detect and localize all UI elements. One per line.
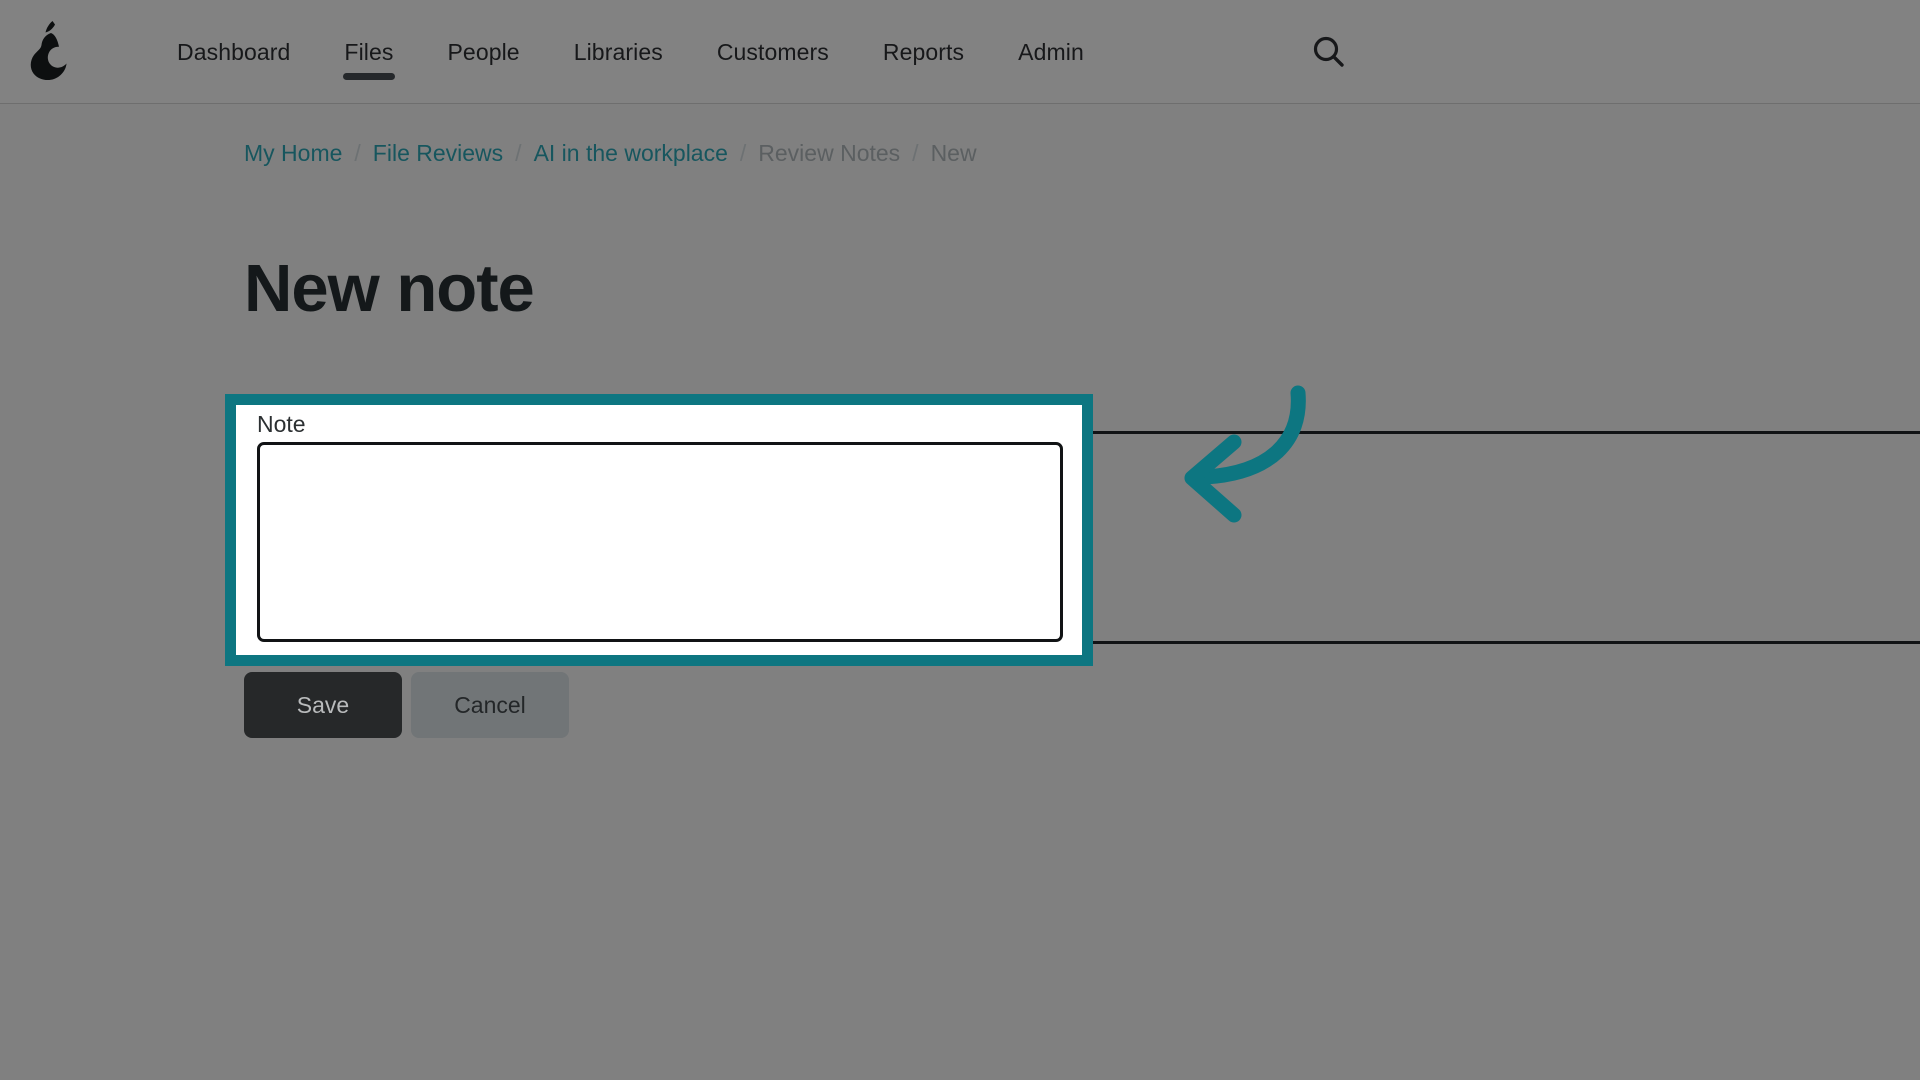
breadcrumb-item-my-home[interactable]: My Home <box>244 140 342 167</box>
nav-item-files[interactable]: Files <box>317 0 420 104</box>
nav-item-label: Admin <box>1018 39 1084 65</box>
page-title: New note <box>244 251 535 326</box>
nav-item-label: Dashboard <box>177 39 291 65</box>
breadcrumb-item-review-notes: Review Notes <box>758 140 901 166</box>
pear-logo-icon <box>30 21 67 81</box>
nav-item-label: Libraries <box>573 39 663 65</box>
nav-item-label: Reports <box>882 39 965 65</box>
note-input[interactable] <box>257 442 1063 642</box>
nav-item-label: People <box>447 39 520 65</box>
top-navbar: Dashboard Files People Libraries Custome… <box>0 0 1920 104</box>
search-button[interactable] <box>1307 30 1351 74</box>
cancel-button[interactable]: Cancel <box>411 672 569 738</box>
nav-item-label: Files <box>344 39 394 65</box>
nav-item-label: Customers <box>716 39 829 65</box>
note-field-highlight: Note <box>225 394 1093 666</box>
breadcrumb: My Home / File Reviews / AI in the workp… <box>244 140 977 167</box>
breadcrumb-item-new: New <box>930 140 977 166</box>
note-field-label: Note <box>257 411 306 437</box>
form-actions: Save Cancel <box>244 672 569 738</box>
save-button[interactable]: Save <box>244 672 402 738</box>
nav-links: Dashboard Files People Libraries Custome… <box>150 0 1111 104</box>
nav-item-dashboard[interactable]: Dashboard <box>150 0 317 104</box>
nav-item-people[interactable]: People <box>420 0 546 104</box>
nav-item-reports[interactable]: Reports <box>856 0 991 104</box>
nav-item-libraries[interactable]: Libraries <box>547 0 690 104</box>
breadcrumb-separator: / <box>912 140 919 166</box>
nav-item-admin[interactable]: Admin <box>991 0 1111 104</box>
curved-left-arrow <box>1184 385 1306 523</box>
search-icon <box>1313 36 1344 67</box>
breadcrumb-item-ai-in-the-workplace[interactable]: AI in the workplace <box>534 140 728 167</box>
nav-item-customers[interactable]: Customers <box>690 0 856 104</box>
breadcrumb-item-file-reviews[interactable]: File Reviews <box>373 140 503 167</box>
breadcrumb-separator: / <box>515 140 522 166</box>
pear-logo[interactable] <box>22 14 78 86</box>
breadcrumb-separator: / <box>739 140 747 166</box>
breadcrumb-separator: / <box>354 140 361 166</box>
